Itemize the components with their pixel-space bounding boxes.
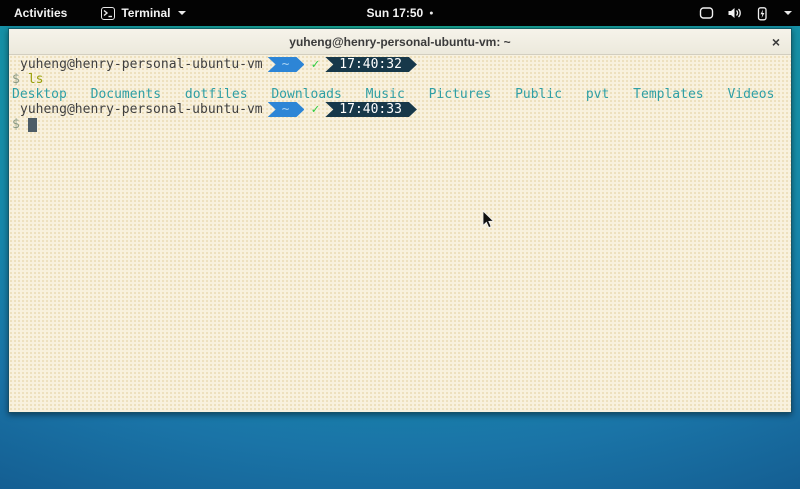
window-titlebar[interactable]: yuheng@henry-personal-ubuntu-vm: ~ ×	[9, 29, 791, 55]
clock-label: Sun 17:50	[367, 6, 424, 20]
directory-name: Documents	[91, 87, 161, 102]
directory-name: Templates	[633, 87, 703, 102]
activities-button[interactable]: Activities	[10, 4, 71, 22]
terminal-icon	[101, 7, 115, 20]
command-text: ls	[28, 72, 44, 87]
powerline-path-segment: ~	[268, 57, 305, 72]
directory-name: Pictures	[429, 87, 492, 102]
battery-charging-icon	[755, 6, 769, 21]
terminal-window: yuheng@henry-personal-ubuntu-vm: ~ × yuh…	[8, 28, 792, 413]
directory-name: pvt	[586, 87, 609, 102]
notification-dot: ●	[429, 10, 433, 17]
display-icon	[699, 6, 714, 20]
prompt-line-2: yuheng@henry-personal-ubuntu-vm ~ ✓ 17:4…	[12, 102, 791, 117]
clock-menu[interactable]: Sun 17:50 ●	[367, 0, 434, 26]
app-menu-terminal[interactable]: Terminal	[101, 6, 186, 20]
mouse-cursor	[482, 210, 496, 235]
system-tray[interactable]	[699, 0, 792, 26]
app-menu-label: Terminal	[121, 6, 170, 20]
status-check-icon: ✓	[311, 57, 319, 72]
powerline-time-segment: 17:40:33	[325, 102, 417, 117]
directory-name: Music	[366, 87, 405, 102]
directory-name: Videos	[727, 87, 774, 102]
top-bar: Activities Terminal Sun 17:50 ●	[0, 0, 800, 26]
prompt-username: yuheng@henry-personal-ubuntu-vm	[20, 102, 263, 117]
status-check-icon: ✓	[311, 102, 319, 117]
powerline-path-segment: ~	[268, 102, 305, 117]
command-line: $ ls	[12, 72, 791, 87]
text-cursor-block	[28, 118, 37, 132]
prompt-username: yuheng@henry-personal-ubuntu-vm	[20, 57, 263, 72]
terminal-content[interactable]: yuheng@henry-personal-ubuntu-vm ~ ✓ 17:4…	[9, 55, 791, 412]
prompt-symbol: $	[12, 72, 20, 87]
input-line[interactable]: $	[12, 117, 791, 132]
close-icon[interactable]: ×	[772, 35, 780, 49]
window-title: yuheng@henry-personal-ubuntu-vm: ~	[289, 35, 510, 49]
chevron-down-icon	[784, 11, 792, 15]
directory-name: Public	[515, 87, 562, 102]
directory-name: Downloads	[271, 87, 341, 102]
powerline-time-segment: 17:40:32	[325, 57, 417, 72]
prompt-symbol: $	[12, 117, 20, 132]
prompt-line-1: yuheng@henry-personal-ubuntu-vm ~ ✓ 17:4…	[12, 57, 791, 72]
chevron-down-icon	[178, 11, 186, 15]
directory-name: dotfiles	[185, 87, 248, 102]
directory-name: Desktop	[12, 87, 67, 102]
ls-output-line: Desktop Documents dotfiles Downloads Mus…	[12, 87, 791, 102]
volume-icon	[727, 6, 742, 20]
